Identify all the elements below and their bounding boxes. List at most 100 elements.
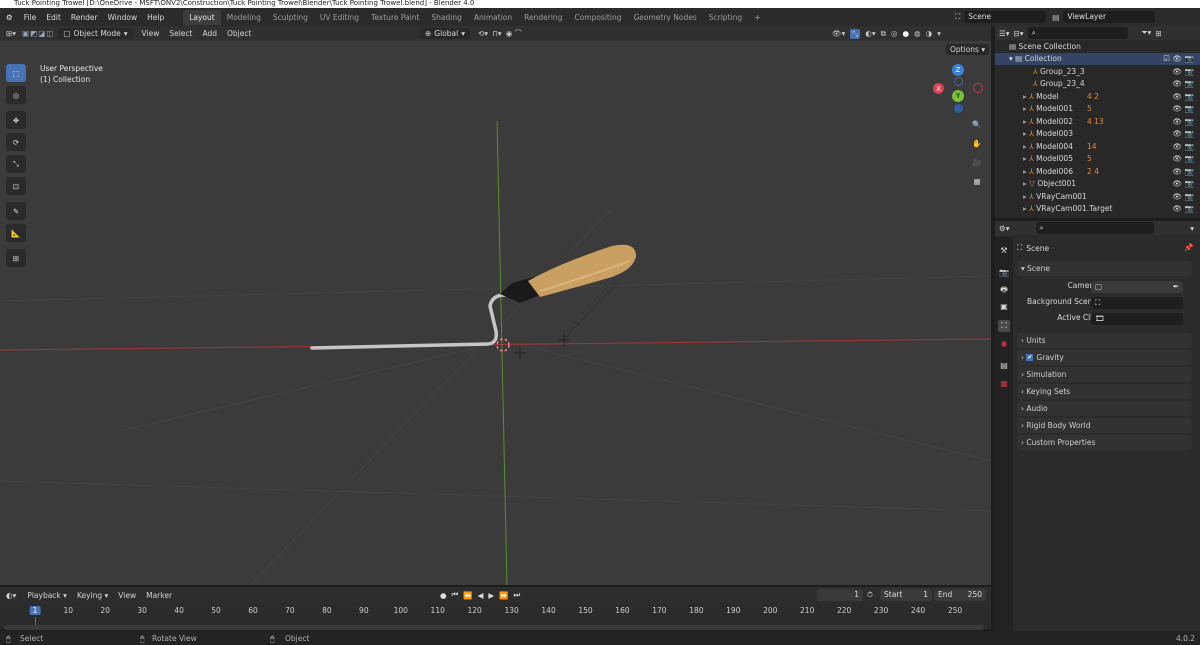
select-mode-icons[interactable]: ▣◩◪◫ [22, 29, 58, 38]
render-camera-icon[interactable]: 📷 [1185, 192, 1194, 201]
properties-panel-header[interactable]: › Rigid Body World [1017, 418, 1192, 433]
output-tab-icon[interactable]: 🖶 [998, 284, 1010, 296]
expand-arrow-icon[interactable]: ▸ [1023, 92, 1027, 101]
menu-playback[interactable]: Playback ▾ [22, 590, 72, 601]
rotate-tool[interactable]: ⟳ [6, 133, 26, 151]
outliner-item[interactable]: ▸ ⅄ VRayCam001 👁 📷 [995, 190, 1200, 203]
tab-modeling[interactable]: Modeling [221, 10, 267, 25]
timeline-editor-icon[interactable]: ◐▾ [0, 591, 22, 600]
properties-panel-header[interactable]: › ✔ Gravity [1017, 350, 1192, 365]
properties-panel-header[interactable]: › Keying Sets [1017, 384, 1192, 399]
pan-hand-icon[interactable]: ✋ [969, 135, 985, 151]
menu-help[interactable]: Help [142, 13, 169, 22]
timeline-ruler[interactable]: 1 10 20 30 40 50 60 70 80 90 100 110 120 130 140 150 160… [0, 603, 991, 630]
tab-shading[interactable]: Shading [425, 10, 467, 25]
perspective-toggle-icon[interactable]: ▦ [969, 173, 985, 189]
menu-add[interactable]: Add [197, 28, 222, 39]
scene-selector[interactable]: Scene [964, 11, 1047, 23]
outliner-item[interactable]: ▸ ⅄ Model 4 2 👁 📷 [995, 90, 1200, 103]
wireframe-shading-icon[interactable]: ◎ [891, 29, 898, 38]
cursor-tool[interactable]: ◎ [6, 86, 26, 104]
current-frame-field[interactable]: 1 [817, 589, 863, 601]
properties-panel-header[interactable]: › Custom Properties [1017, 435, 1192, 450]
prev-key-icon[interactable]: ⏪ [463, 591, 472, 600]
rendered-shading-icon[interactable]: ◑ [926, 29, 933, 38]
expand-arrow-icon[interactable]: ▸ [1023, 154, 1027, 163]
move-tool[interactable]: ✥ [6, 111, 26, 129]
play-icon[interactable]: ▶ [488, 591, 494, 600]
active-clip-field[interactable]: 🎞 [1091, 313, 1183, 325]
jump-end-icon[interactable]: ⏭ [514, 590, 521, 600]
eye-icon[interactable]: 👁 [1172, 167, 1182, 176]
properties-panel-header[interactable]: › Units [1017, 333, 1192, 348]
render-camera-icon[interactable]: 📷 [1185, 167, 1194, 176]
tab-animation[interactable]: Animation [468, 10, 518, 25]
render-camera-icon[interactable]: 📷 [1185, 154, 1194, 163]
options-button[interactable]: Options ▾ [946, 44, 990, 55]
tab-scripting[interactable]: Scripting [703, 10, 748, 25]
expand-arrow-icon[interactable]: ▸ [1023, 204, 1027, 213]
eye-icon[interactable]: 👁 [1172, 179, 1182, 188]
blender-logo-icon[interactable]: ⚙ [0, 13, 19, 22]
menu-file[interactable]: File [19, 13, 42, 22]
expand-arrow-icon[interactable]: ▸ [1023, 179, 1027, 188]
tool-tab-icon[interactable]: ⚒ [998, 245, 1010, 257]
eye-icon[interactable]: 👁 [1172, 154, 1182, 163]
menu-window[interactable]: Window [103, 13, 143, 22]
material-shading-icon[interactable]: ◍ [914, 29, 921, 38]
menu-render[interactable]: Render [66, 13, 103, 22]
gizmo-neg-z-axis[interactable] [954, 104, 963, 113]
chevron-down-icon[interactable]: ▾ [937, 29, 941, 38]
gizmo-neg-y-axis[interactable] [954, 77, 963, 86]
play-reverse-icon[interactable]: ◀ [478, 591, 484, 600]
menu-keying[interactable]: Keying ▾ [72, 590, 113, 601]
scene-icon[interactable]: ⛶ [955, 12, 960, 22]
properties-search[interactable]: ⌕ [1035, 222, 1154, 234]
outliner-item[interactable]: ▸ ⅄ Model002 4 13 👁 📷 [995, 115, 1200, 128]
expand-arrow-icon[interactable]: ▸ [1023, 129, 1027, 138]
outliner-scene-collection[interactable]: ▤ Scene Collection [995, 40, 1200, 53]
scene-tab-icon[interactable]: ⛶ [998, 320, 1010, 332]
menu-edit[interactable]: Edit [41, 13, 66, 22]
editor-type-icon[interactable]: ⊞▾ [0, 29, 22, 38]
render-camera-icon[interactable]: 📷 [1185, 179, 1194, 188]
render-camera-icon[interactable]: 📷 [1185, 117, 1194, 126]
view-layer-tab-icon[interactable]: ▣ [998, 301, 1010, 313]
outliner-item[interactable]: ▸ ⅄ Model005 5 👁 📷 [995, 153, 1200, 166]
view-layer-selector[interactable]: ViewLayer [1063, 11, 1156, 23]
timeline-scrollbar[interactable] [4, 625, 984, 630]
pin-icon[interactable]: 📌 [1184, 243, 1193, 252]
outliner-item[interactable]: ▸ ⅄ Model001 5 👁 📷 [995, 103, 1200, 116]
render-camera-icon[interactable]: 📷 [1185, 54, 1194, 63]
next-key-icon[interactable]: ⏩ [499, 591, 508, 600]
end-frame-field[interactable]: End 250 [934, 589, 986, 601]
stopwatch-icon[interactable]: ⏱ [867, 590, 873, 600]
outliner-editor-icon[interactable]: ☰▾ [999, 29, 1010, 38]
properties-editor-icon[interactable]: ⚙▾ [999, 224, 1010, 233]
transform-tool[interactable]: ⊡ [6, 177, 26, 195]
chevron-down-icon[interactable]: ▾ [1190, 224, 1194, 233]
tab-geometry-nodes[interactable]: Geometry Nodes [627, 10, 702, 25]
xray-icon[interactable]: ⧉ [881, 29, 886, 39]
expand-arrow-icon[interactable]: ▸ [1023, 167, 1027, 176]
zoom-icon[interactable]: 🔍 [969, 116, 985, 132]
eye-icon[interactable]: 👁 [1172, 117, 1182, 126]
exclude-checkbox[interactable]: ☑ [1163, 54, 1170, 63]
gizmo-y-axis[interactable]: Y [952, 90, 964, 102]
transform-orientation-dropdown[interactable]: ⊕ Global ▾ [420, 28, 470, 39]
overlay-toggle-icon[interactable]: ◐▾ [865, 29, 875, 38]
render-camera-icon[interactable]: 📷 [1185, 129, 1194, 138]
expand-arrow-icon[interactable]: ▸ [1023, 104, 1027, 113]
proportional-edit-icon[interactable]: ◉ ⌒ [506, 28, 522, 39]
eye-icon[interactable]: 👁 [1172, 79, 1182, 88]
outliner-item[interactable]: ▸ ⅄ Model004 14 👁 📷 [995, 140, 1200, 153]
snap-icon[interactable]: ⊓▾ [492, 29, 502, 38]
gravity-checkbox[interactable]: ✔ [1026, 354, 1034, 361]
menu-object[interactable]: Object [222, 28, 256, 39]
render-camera-icon[interactable]: 📷 [1185, 104, 1194, 113]
eye-icon[interactable]: 👁 [1172, 129, 1182, 138]
menu-timeline-view[interactable]: View [113, 590, 141, 601]
tab-texture-paint[interactable]: Texture Paint [365, 10, 425, 25]
eye-icon[interactable]: 👁 [1172, 54, 1182, 63]
jump-start-icon[interactable]: ⏮ [452, 590, 459, 600]
